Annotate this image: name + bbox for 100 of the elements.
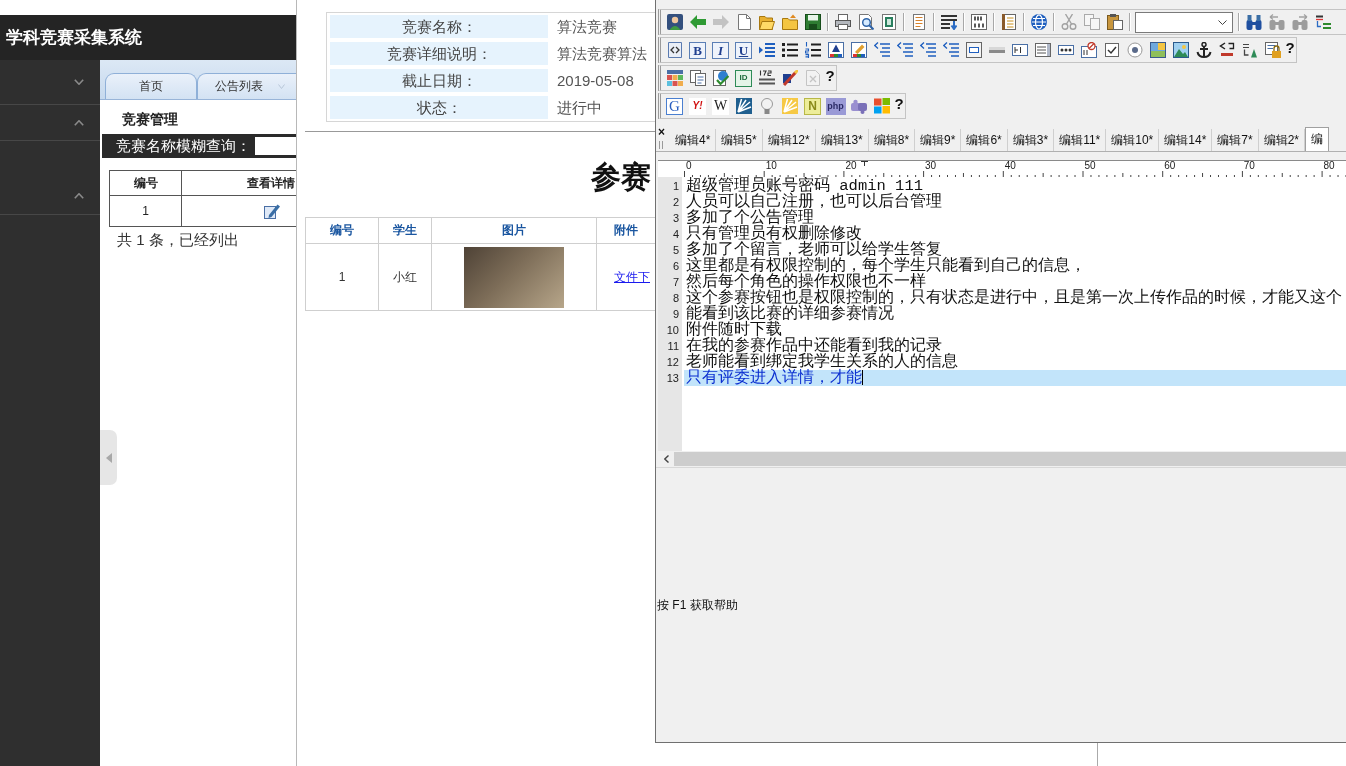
letter-button[interactable]: Y! bbox=[689, 97, 706, 115]
folder-icon[interactable] bbox=[781, 14, 798, 30]
italic-button[interactable]: I bbox=[712, 41, 729, 59]
radio-icon[interactable] bbox=[1126, 42, 1143, 58]
help-button[interactable]: ? bbox=[825, 67, 835, 84]
password-field-icon[interactable] bbox=[1057, 42, 1074, 58]
light-bulb-icon[interactable] bbox=[758, 98, 775, 114]
chevron-down-icon[interactable] bbox=[74, 79, 84, 85]
tab[interactable]: 编辑10* bbox=[1106, 129, 1160, 151]
pages-icon[interactable] bbox=[689, 70, 706, 86]
code-page-icon[interactable] bbox=[666, 42, 683, 58]
download-link[interactable]: 文件下 bbox=[614, 269, 650, 284]
indent-icon[interactable] bbox=[758, 42, 775, 58]
search-field[interactable] bbox=[255, 137, 296, 155]
page-icon[interactable] bbox=[880, 14, 897, 30]
sunburst-icon[interactable] bbox=[735, 98, 752, 114]
dropdown[interactable] bbox=[1135, 11, 1233, 33]
printer-icon[interactable] bbox=[834, 14, 851, 30]
line-number: 3 bbox=[672, 212, 679, 224]
open-folder-icon[interactable] bbox=[758, 14, 775, 30]
list-box-icon[interactable] bbox=[1034, 42, 1051, 58]
window-flag-icon[interactable] bbox=[873, 98, 890, 114]
page-magnifier-icon[interactable] bbox=[857, 14, 874, 30]
align-lines-icon[interactable] bbox=[942, 42, 959, 58]
bullet-list-icon[interactable] bbox=[781, 42, 798, 58]
search-label: 竞赛名称模糊查询： bbox=[116, 136, 251, 156]
letter-button[interactable]: G bbox=[666, 97, 683, 115]
highlighter-icon[interactable] bbox=[850, 42, 867, 58]
tab[interactable]: 编辑11* bbox=[1054, 129, 1107, 151]
letter-button[interactable]: php bbox=[825, 97, 846, 115]
ruler-number: 0 bbox=[686, 160, 692, 171]
table-grid-icon[interactable] bbox=[666, 70, 683, 86]
ruler-number: 20 bbox=[845, 160, 857, 171]
chevron-up-icon[interactable] bbox=[74, 193, 84, 199]
letter-button[interactable]: W bbox=[712, 97, 729, 115]
site-title: 学科竞赛采集系统 bbox=[6, 27, 142, 49]
checkbox-icon[interactable] bbox=[1103, 42, 1120, 58]
scroll-left-icon[interactable] bbox=[663, 455, 669, 463]
anchor-icon[interactable] bbox=[1195, 42, 1212, 58]
tab[interactable]: 编辑5* bbox=[716, 129, 763, 151]
tab[interactable]: 编辑3* bbox=[1007, 129, 1055, 151]
chevron-up-icon[interactable] bbox=[74, 119, 84, 126]
scrollbar-thumb[interactable] bbox=[674, 452, 1346, 466]
help-button[interactable]: ? bbox=[894, 95, 904, 112]
help-button[interactable]: ? bbox=[1285, 39, 1295, 56]
underline-button[interactable]: U bbox=[735, 41, 752, 59]
tab[interactable]: 编辑14* bbox=[1159, 129, 1213, 151]
notepad-icon[interactable] bbox=[1000, 14, 1017, 30]
contact-card-icon[interactable] bbox=[666, 14, 683, 30]
close-button[interactable]: × bbox=[658, 127, 665, 137]
landscape-image-icon[interactable] bbox=[1172, 42, 1189, 58]
section-title: 参赛 bbox=[591, 159, 651, 195]
file-field-icon[interactable] bbox=[1080, 42, 1097, 58]
globe-icon[interactable] bbox=[1030, 14, 1047, 30]
globe-check-icon[interactable] bbox=[712, 70, 729, 86]
image-icon[interactable] bbox=[1149, 42, 1166, 58]
line-number: 5 bbox=[672, 244, 679, 256]
table-header: 学生 bbox=[378, 217, 432, 244]
align-lines-icon[interactable] bbox=[896, 42, 913, 58]
tab[interactable]: 编辑4* bbox=[670, 129, 717, 151]
blank-page-icon[interactable] bbox=[735, 14, 752, 30]
save-icon[interactable] bbox=[804, 14, 821, 30]
clipboard-icon[interactable] bbox=[1106, 14, 1123, 30]
pen-icon[interactable] bbox=[781, 70, 798, 86]
tab[interactable]: 编辑8* bbox=[868, 129, 916, 151]
line-number: 10 bbox=[666, 324, 679, 336]
ruler-number: 10 bbox=[765, 160, 777, 171]
tab[interactable]: 编辑13* bbox=[815, 129, 869, 151]
line-number: 4 bbox=[672, 228, 679, 240]
field-label: 截止日期： bbox=[330, 69, 548, 92]
binoculars-icon[interactable] bbox=[1245, 14, 1262, 30]
puzzle-icon[interactable] bbox=[850, 98, 867, 114]
tab[interactable]: 编辑6* bbox=[961, 129, 1008, 151]
align-lines-icon[interactable] bbox=[919, 42, 936, 58]
status-text: 按 F1 获取帮助 bbox=[657, 596, 738, 614]
tab[interactable]: 编辑7* bbox=[1212, 129, 1259, 151]
tab[interactable]: 编辑12* bbox=[762, 129, 816, 151]
encode-icon[interactable] bbox=[1241, 42, 1258, 58]
color-bar-icon[interactable] bbox=[827, 42, 844, 58]
lines-arrow-icon[interactable] bbox=[940, 14, 957, 30]
form-icon[interactable] bbox=[965, 42, 982, 58]
line-number: 9 bbox=[672, 308, 679, 320]
tab[interactable]: 首页 bbox=[105, 73, 197, 99]
line-number: 8 bbox=[672, 292, 679, 304]
tab[interactable]: 编 bbox=[1305, 127, 1329, 151]
line-number: 13 bbox=[666, 372, 679, 384]
tab[interactable]: 公告列表 bbox=[197, 73, 296, 99]
text-field-icon[interactable] bbox=[1011, 42, 1028, 58]
numbered-list-icon[interactable] bbox=[804, 42, 821, 58]
striped-page-icon[interactable] bbox=[970, 14, 987, 30]
letter-button[interactable]: ID bbox=[735, 69, 752, 87]
replace-icon[interactable] bbox=[1314, 14, 1331, 30]
align-lines-icon[interactable] bbox=[873, 42, 890, 58]
lined-page-icon[interactable] bbox=[910, 14, 927, 30]
edit-icon[interactable] bbox=[264, 203, 280, 219]
lock-page-icon[interactable] bbox=[1264, 42, 1281, 58]
left-arrow-icon[interactable] bbox=[689, 14, 706, 30]
bold-button[interactable]: B bbox=[689, 41, 706, 59]
tab[interactable]: 编辑9* bbox=[915, 129, 962, 151]
numbering-icon[interactable] bbox=[758, 70, 775, 86]
